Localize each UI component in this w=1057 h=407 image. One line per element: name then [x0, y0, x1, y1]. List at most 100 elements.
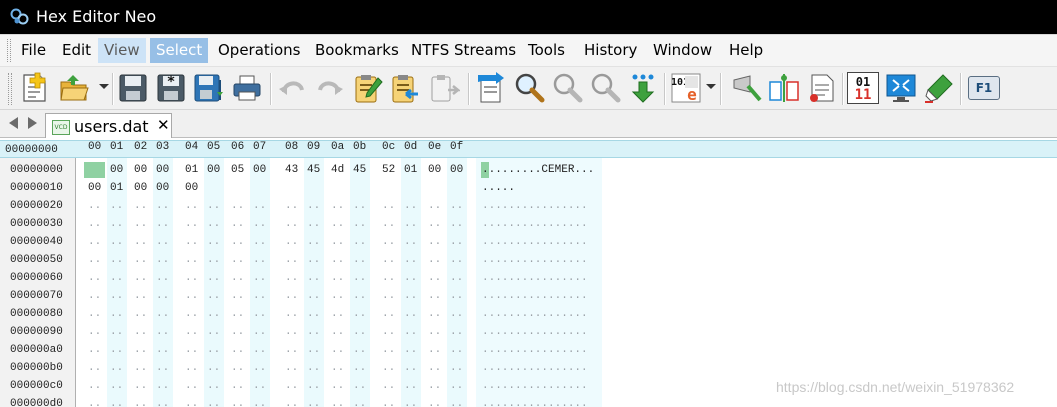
row-text[interactable]: ................ — [482, 200, 588, 212]
hex-byte[interactable]: .. — [428, 254, 441, 266]
hex-byte[interactable]: .. — [110, 344, 123, 356]
paste-icon[interactable] — [390, 72, 422, 104]
hex-byte[interactable]: .. — [134, 326, 147, 338]
hex-byte[interactable]: .. — [134, 218, 147, 230]
hex-byte[interactable]: .. — [353, 218, 366, 230]
hex-byte[interactable]: .. — [156, 236, 169, 248]
hex-byte[interactable]: .. — [331, 272, 344, 284]
hex-byte[interactable]: .. — [88, 362, 101, 374]
hex-byte[interactable]: .. — [404, 344, 417, 356]
hex-byte[interactable]: .. — [134, 254, 147, 266]
hex-byte[interactable]: .. — [185, 326, 198, 338]
hex-byte[interactable]: .. — [207, 380, 220, 392]
menu-bar-grip[interactable] — [7, 39, 11, 62]
menu-operations[interactable]: Operations — [212, 38, 306, 63]
hex-byte[interactable]: .. — [450, 254, 463, 266]
hex-byte[interactable]: .. — [134, 380, 147, 392]
save-as-icon[interactable]: * — [155, 72, 187, 104]
data-inspector-icon[interactable] — [730, 72, 762, 104]
find-previous-icon[interactable] — [589, 72, 621, 104]
hex-byte[interactable]: .. — [185, 236, 198, 248]
hex-byte[interactable]: .. — [207, 290, 220, 302]
hex-byte[interactable]: .. — [134, 236, 147, 248]
hex-byte[interactable]: .. — [353, 326, 366, 338]
hex-byte[interactable]: 00 — [156, 182, 169, 194]
hex-byte[interactable]: 00 — [253, 164, 266, 176]
hex-byte[interactable]: .. — [307, 272, 320, 284]
hex-byte[interactable]: .. — [231, 344, 244, 356]
undo-icon[interactable] — [276, 72, 308, 104]
row-text[interactable]: ................ — [482, 362, 588, 374]
hex-byte[interactable]: .. — [231, 398, 244, 407]
hex-byte[interactable]: .. — [404, 362, 417, 374]
hex-byte[interactable]: .. — [331, 290, 344, 302]
hex-byte[interactable]: .. — [382, 398, 395, 407]
hex-byte[interactable]: .. — [185, 308, 198, 320]
hex-byte[interactable]: .. — [231, 272, 244, 284]
row-text[interactable]: ................ — [482, 218, 588, 230]
hex-byte[interactable]: .. — [231, 362, 244, 374]
hex-byte[interactable]: .. — [134, 308, 147, 320]
hex-byte[interactable]: .. — [428, 218, 441, 230]
hex-byte[interactable]: .. — [307, 380, 320, 392]
hex-byte[interactable]: .. — [285, 398, 298, 407]
compare-icon[interactable] — [768, 72, 800, 104]
hex-byte[interactable]: .. — [428, 380, 441, 392]
hex-byte[interactable]: .. — [110, 254, 123, 266]
hex-byte[interactable]: .. — [231, 218, 244, 230]
hex-byte[interactable]: .. — [207, 344, 220, 356]
close-tab-icon[interactable]: ✕ — [157, 116, 170, 134]
hex-byte[interactable]: .. — [253, 290, 266, 302]
hex-byte[interactable]: .. — [307, 200, 320, 212]
hex-byte[interactable]: .. — [88, 272, 101, 284]
row-text[interactable]: ................ — [482, 344, 588, 356]
row-text[interactable]: ................ — [482, 326, 588, 338]
binary-icon[interactable]: 01 11 — [847, 72, 879, 104]
hex-byte[interactable]: .. — [285, 236, 298, 248]
hex-byte[interactable]: .. — [353, 398, 366, 407]
menu-select[interactable]: Select — [150, 38, 209, 63]
hex-byte[interactable]: .. — [450, 308, 463, 320]
hex-byte[interactable]: .. — [428, 362, 441, 374]
goto-icon[interactable] — [474, 72, 506, 104]
hex-byte[interactable]: .. — [134, 362, 147, 374]
hex-byte[interactable]: .. — [331, 200, 344, 212]
hex-byte[interactable]: .. — [88, 308, 101, 320]
hex-byte[interactable]: .. — [156, 362, 169, 374]
hex-byte[interactable]: 00 — [207, 164, 220, 176]
row-text[interactable]: ................ — [482, 236, 588, 248]
hex-byte[interactable]: .. — [404, 272, 417, 284]
hex-byte[interactable]: .. — [307, 218, 320, 230]
hex-byte[interactable]: .. — [382, 380, 395, 392]
hex-byte[interactable]: .. — [156, 344, 169, 356]
hex-byte[interactable]: .. — [331, 254, 344, 266]
hex-byte[interactable]: .. — [231, 326, 244, 338]
hex-byte[interactable]: .. — [450, 236, 463, 248]
hex-byte[interactable]: .. — [382, 200, 395, 212]
hex-byte[interactable]: .. — [110, 218, 123, 230]
hex-byte[interactable]: .. — [156, 218, 169, 230]
hex-byte[interactable]: .. — [428, 398, 441, 407]
hex-byte[interactable]: .. — [450, 290, 463, 302]
hex-byte[interactable]: 4d — [331, 164, 344, 176]
hex-byte[interactable]: .. — [450, 398, 463, 407]
hex-byte[interactable]: .. — [253, 236, 266, 248]
hex-byte[interactable]: .. — [253, 272, 266, 284]
menu-window[interactable]: Window — [647, 38, 718, 63]
hex-byte[interactable]: .. — [110, 362, 123, 374]
hex-byte[interactable]: .. — [404, 236, 417, 248]
hex-byte[interactable]: .. — [307, 290, 320, 302]
hex-byte[interactable]: .. — [285, 272, 298, 284]
menu-ntfs-streams[interactable]: NTFS Streams — [405, 38, 522, 63]
hex-byte[interactable]: .. — [88, 236, 101, 248]
hex-byte[interactable]: .. — [231, 236, 244, 248]
hex-byte[interactable]: .. — [231, 308, 244, 320]
hex-byte[interactable]: .. — [404, 326, 417, 338]
row-text[interactable]: ................ — [482, 254, 588, 266]
hex-byte[interactable]: .. — [207, 218, 220, 230]
hex-byte[interactable]: .. — [307, 254, 320, 266]
hex-byte[interactable]: .. — [450, 272, 463, 284]
save-icon[interactable] — [117, 72, 149, 104]
hex-byte[interactable]: .. — [231, 380, 244, 392]
hex-byte[interactable]: .. — [185, 380, 198, 392]
